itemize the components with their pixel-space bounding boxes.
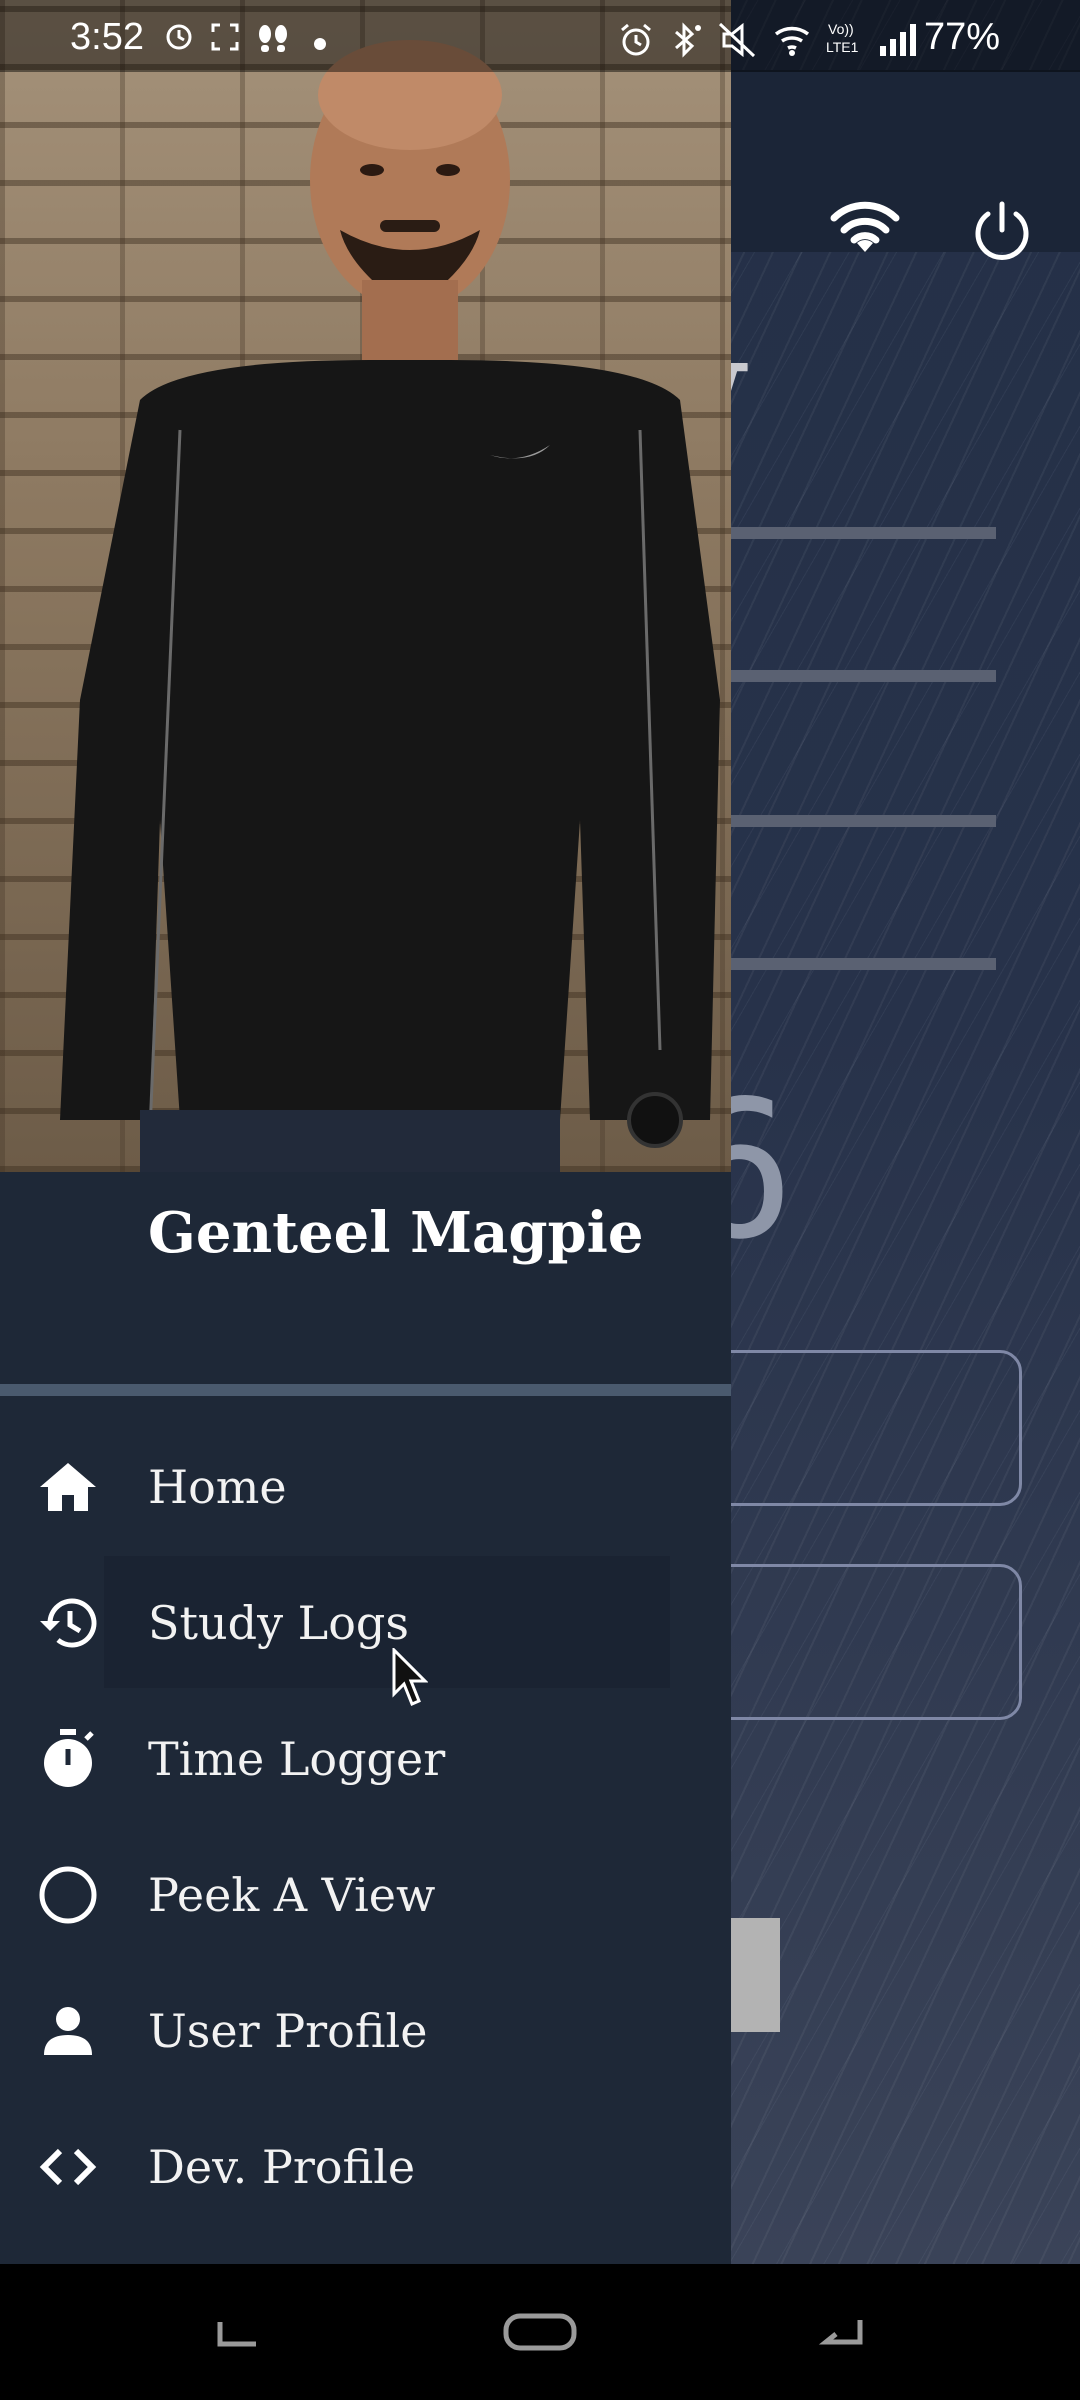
bluetooth-icon xyxy=(675,22,701,58)
nav-item-label: Home xyxy=(148,1460,287,1514)
wifi-icon xyxy=(774,26,810,56)
nav-item-dev-profile[interactable]: Dev. Profile xyxy=(0,2100,731,2234)
code-icon xyxy=(39,2148,97,2186)
nav-item-peek-a-view[interactable]: Peek A View xyxy=(0,1828,731,1962)
svg-text:LTE1: LTE1 xyxy=(826,39,859,55)
navigation-drawer: Genteel Magpie Home Study Logs Time Logg… xyxy=(0,0,731,2264)
profile-photo xyxy=(0,0,731,1172)
nav-item-label: Peek A View xyxy=(148,1868,436,1922)
background-line xyxy=(700,527,996,539)
svg-text:Vo)): Vo)) xyxy=(828,21,854,37)
stopwatch-icon xyxy=(44,1729,94,1787)
user-name: Genteel Magpie xyxy=(148,1200,644,1266)
dot-icon xyxy=(314,38,326,50)
status-time: 3:52 xyxy=(70,16,144,58)
person-icon xyxy=(44,2007,92,2055)
volte-icon: Vo)) LTE1 xyxy=(826,21,859,55)
nav-item-label: Study Logs xyxy=(148,1596,409,1650)
wifi-icon[interactable] xyxy=(830,200,900,260)
home-button-icon[interactable] xyxy=(500,2304,580,2360)
nav-item-label: Time Logger xyxy=(148,1732,446,1786)
power-icon[interactable] xyxy=(970,200,1034,264)
nav-item-home[interactable]: Home xyxy=(0,1420,731,1554)
status-bar: 3:52 Vo)) LTE1 77% xyxy=(0,0,1080,72)
background-line xyxy=(700,958,996,970)
nav-item-user-profile[interactable]: User Profile xyxy=(0,1964,731,2098)
background-line xyxy=(700,670,996,682)
nav-item-label: Dev. Profile xyxy=(148,2140,416,2194)
back-icon[interactable] xyxy=(812,2304,868,2360)
history-icon xyxy=(40,1598,97,1648)
nav-item-time-logger[interactable]: Time Logger xyxy=(0,1692,731,1826)
footsteps-icon xyxy=(259,25,287,52)
battery-percentage: 77% xyxy=(923,16,1000,58)
home-icon xyxy=(40,1463,96,1511)
timer-icon xyxy=(166,24,192,50)
background-line xyxy=(700,815,996,827)
nav-item-label: User Profile xyxy=(148,2004,428,2058)
alarm-icon xyxy=(621,23,651,56)
signal-icon xyxy=(880,24,916,56)
mouse-cursor-icon xyxy=(392,1648,428,1706)
screenshot-icon xyxy=(211,23,239,51)
system-nav-bar xyxy=(0,2264,1080,2400)
mute-icon xyxy=(718,22,756,58)
circle-icon xyxy=(39,1866,97,1924)
recents-icon[interactable] xyxy=(212,2304,268,2360)
nav-item-study-logs[interactable]: Study Logs xyxy=(0,1556,731,1690)
header-divider xyxy=(0,1384,731,1396)
